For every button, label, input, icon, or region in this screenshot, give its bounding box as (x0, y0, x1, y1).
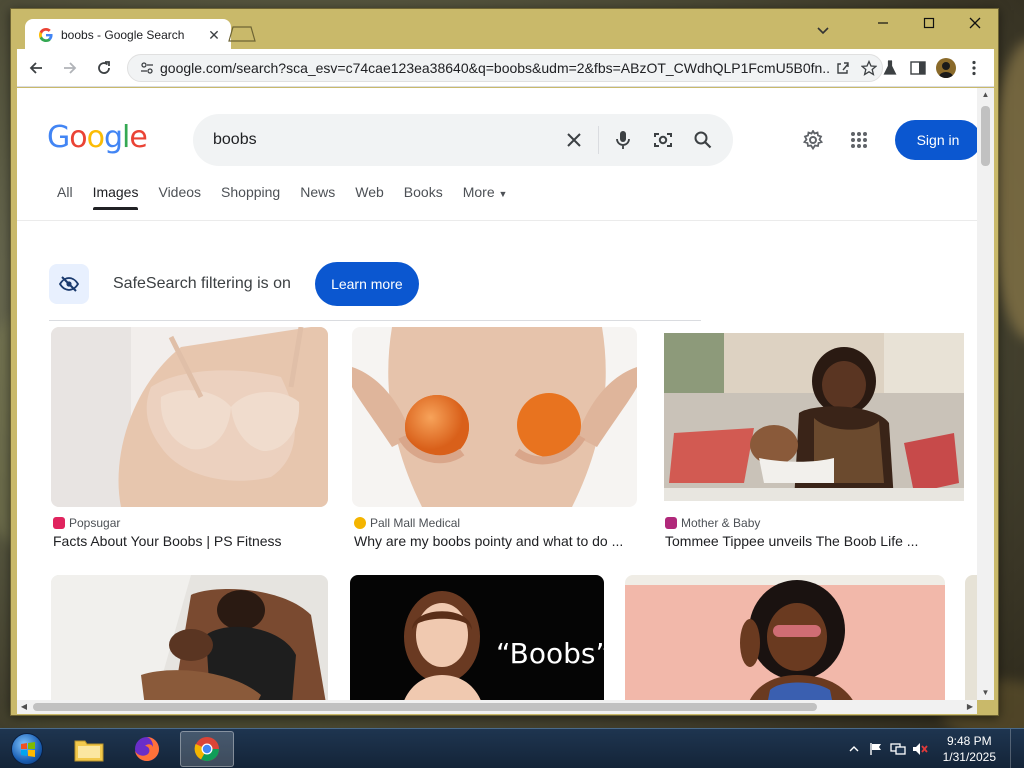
chevron-down-icon[interactable] (814, 23, 832, 39)
folder-icon (74, 740, 104, 762)
maximize-button[interactable] (906, 9, 952, 37)
source-favicon-icon (53, 517, 65, 529)
tabs-divider (17, 220, 977, 221)
tab-more-label: More (462, 184, 495, 200)
tab-news[interactable]: News (300, 184, 335, 210)
chrome-icon (194, 737, 219, 762)
scroll-right-icon[interactable]: ▶ (963, 700, 977, 714)
tab-web[interactable]: Web (355, 184, 384, 210)
result-thumbnail[interactable]: “Boobs”? (350, 575, 604, 700)
source-favicon-icon (354, 517, 366, 529)
result-title[interactable]: Facts About Your Boobs | PS Fitness (53, 533, 329, 549)
caret-down-icon: ▼ (498, 189, 508, 199)
chrome-button[interactable] (180, 731, 234, 767)
minimize-button[interactable] (860, 9, 906, 37)
share-icon[interactable] (830, 55, 856, 81)
show-hidden-icons-icon[interactable] (843, 729, 865, 768)
source-name: Mother & Baby (681, 516, 761, 530)
scroll-down-icon[interactable]: ▼ (977, 686, 994, 700)
reload-button[interactable] (89, 53, 119, 83)
apps-grid-icon[interactable] (839, 120, 879, 160)
search-tabs: All Images Videos Shopping News Web Book… (57, 184, 527, 210)
result-thumbnail[interactable] (965, 575, 977, 700)
side-panel-icon[interactable] (904, 53, 932, 83)
clock-time: 9:48 PM (946, 734, 992, 748)
tab-close-icon[interactable]: ✕ (203, 27, 225, 44)
vertical-scrollbar[interactable]: ▲ ▼ (977, 88, 994, 700)
lens-camera-icon[interactable] (643, 120, 683, 160)
tab-title: boobs - Google Search (61, 28, 185, 42)
tab-videos[interactable]: Videos (158, 184, 201, 210)
result-source[interactable]: Mother & Baby (665, 516, 760, 530)
result-source[interactable]: Pall Mall Medical (354, 516, 460, 530)
search-input[interactable]: boobs (193, 131, 554, 149)
search-box[interactable]: boobs (193, 114, 733, 166)
taskbar: 9:48 PM 1/31/2025 (0, 728, 1024, 768)
clock[interactable]: 9:48 PM 1/31/2025 (943, 733, 996, 765)
divider (49, 320, 701, 321)
network-icon[interactable] (887, 729, 909, 768)
google-favicon-icon (39, 28, 53, 42)
file-explorer-button[interactable] (62, 731, 116, 767)
profile-avatar[interactable] (932, 53, 960, 83)
result-title[interactable]: Why are my boobs pointy and what to do .… (354, 533, 639, 549)
scrollbar-thumb[interactable] (33, 703, 817, 711)
action-center-flag-icon[interactable] (865, 729, 887, 768)
tab-more[interactable]: More ▼ (463, 184, 508, 210)
thumbnail-overlay-text: “Boobs”? (496, 637, 604, 670)
result-thumbnail[interactable] (625, 575, 945, 700)
firefox-icon (135, 737, 159, 761)
show-desktop-button[interactable] (1010, 729, 1020, 768)
windows-logo-icon (11, 733, 43, 765)
url-text: google.com/search?sca_esv=c74cae123ea386… (160, 60, 830, 76)
settings-gear-icon[interactable] (793, 120, 833, 160)
labs-flask-icon[interactable] (876, 53, 904, 83)
browser-window: boobs - Google Search ✕ google.com/searc… (10, 8, 999, 716)
firefox-button[interactable] (120, 731, 174, 767)
horizontal-scrollbar[interactable]: ◀ ▶ (17, 700, 977, 714)
tab-books[interactable]: Books (404, 184, 443, 210)
scrollbar-thumb[interactable] (981, 106, 990, 166)
menu-kebab-icon[interactable] (960, 53, 988, 83)
scroll-left-icon[interactable]: ◀ (17, 700, 31, 714)
google-logo[interactable]: Google (47, 120, 148, 155)
back-button[interactable] (21, 53, 51, 83)
learn-more-button[interactable]: Learn more (314, 262, 419, 306)
start-button[interactable] (6, 731, 48, 767)
microphone-icon[interactable] (603, 120, 643, 160)
search-icon[interactable] (683, 120, 723, 160)
tab-all[interactable]: All (57, 184, 73, 210)
safesearch-text: SafeSearch filtering is on (113, 275, 291, 292)
result-thumbnail[interactable] (51, 575, 328, 700)
clear-icon[interactable] (554, 120, 594, 160)
tab-images[interactable]: Images (92, 184, 138, 210)
new-tab-button[interactable] (227, 23, 257, 43)
browser-toolbar: google.com/search?sca_esv=c74cae123ea386… (17, 49, 994, 87)
tab-strip: boobs - Google Search ✕ (11, 9, 998, 51)
result-source[interactable]: Popsugar (53, 516, 120, 530)
safesearch-banner: SafeSearch filtering is on Learn more (49, 262, 419, 306)
forward-button[interactable] (55, 53, 85, 83)
visibility-off-icon (49, 264, 89, 304)
scroll-up-icon[interactable]: ▲ (977, 88, 994, 102)
source-name: Popsugar (69, 516, 121, 530)
browser-tab[interactable]: boobs - Google Search ✕ (25, 19, 231, 51)
search-results-page: Google boobs Sign in All Images Videos S… (17, 88, 977, 700)
address-bar[interactable]: google.com/search?sca_esv=c74cae123ea386… (127, 54, 883, 82)
result-title[interactable]: Tommee Tippee unveils The Boob Life ... (665, 533, 941, 549)
clock-date: 1/31/2025 (942, 750, 996, 764)
sign-in-button[interactable]: Sign in (895, 120, 977, 160)
tab-shopping[interactable]: Shopping (221, 184, 280, 210)
source-favicon-icon (665, 517, 677, 529)
close-button[interactable] (952, 9, 998, 37)
site-settings-icon[interactable] (134, 55, 160, 81)
result-thumbnail[interactable] (352, 327, 637, 507)
system-tray: 9:48 PM 1/31/2025 (843, 729, 1020, 768)
volume-muted-icon[interactable] (909, 729, 931, 768)
divider (598, 126, 599, 154)
result-thumbnail[interactable] (664, 333, 964, 501)
source-name: Pall Mall Medical (370, 516, 461, 530)
result-thumbnail[interactable] (51, 327, 328, 507)
